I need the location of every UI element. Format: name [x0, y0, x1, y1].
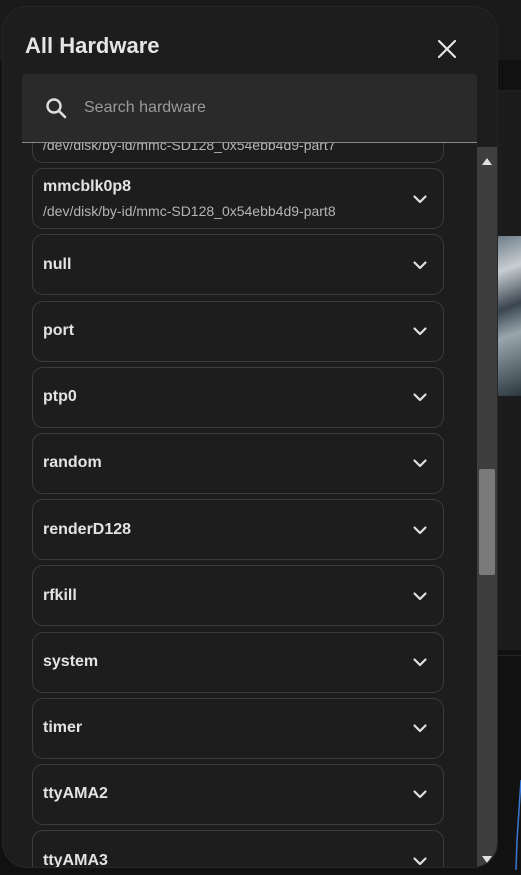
- hardware-item-name: timer: [43, 719, 83, 737]
- hardware-item[interactable]: ttyAMA3: [32, 830, 444, 867]
- hardware-item-name: rfkill: [43, 586, 77, 604]
- hardware-item-text: null: [43, 255, 443, 275]
- chevron-down-icon[interactable]: [411, 454, 429, 472]
- chevron-down-icon[interactable]: [411, 322, 429, 340]
- hardware-item[interactable]: timer: [32, 697, 444, 759]
- all-hardware-dialog: All Hardware mmcblk0p7/dev/disk/by-id/mm…: [3, 7, 497, 867]
- hardware-item-text: mmcblk0p7/dev/disk/by-id/mmc-SD128_0x54e…: [43, 143, 443, 154]
- dialog-title: All Hardware: [25, 33, 160, 58]
- hardware-item[interactable]: random: [32, 432, 444, 494]
- hardware-item-name: random: [43, 454, 102, 472]
- search-icon: [44, 95, 70, 121]
- chevron-down-icon[interactable]: [411, 256, 429, 274]
- chevron-down-icon[interactable]: [411, 653, 429, 671]
- hardware-item-text: renderD128: [43, 520, 443, 540]
- hardware-item-text: mmcblk0p8/dev/disk/by-id/mmc-SD128_0x54e…: [43, 177, 443, 220]
- hardware-item[interactable]: null: [32, 234, 444, 296]
- hardware-list: mmcblk0p7/dev/disk/by-id/mmc-SD128_0x54e…: [3, 143, 473, 867]
- chevron-down-icon[interactable]: [411, 852, 429, 867]
- hardware-item-path: /dev/disk/by-id/mmc-SD128_0x54ebb4d9-par…: [43, 143, 336, 153]
- scroll-down-button[interactable]: [477, 851, 497, 867]
- background-device-image: [494, 236, 521, 396]
- hardware-item[interactable]: port: [32, 300, 444, 362]
- hardware-item-name: ttyAMA3: [43, 851, 108, 867]
- hardware-item[interactable]: renderD128: [32, 499, 444, 561]
- scroll-up-button[interactable]: [477, 153, 497, 169]
- hardware-item-name: mmcblk0p8: [43, 178, 132, 196]
- hardware-item-name: ttyAMA2: [43, 785, 108, 803]
- chevron-down-icon[interactable]: [411, 521, 429, 539]
- hardware-item-text: port: [43, 321, 443, 341]
- list-scrollbar[interactable]: [477, 147, 497, 867]
- hardware-item[interactable]: ttyAMA2: [32, 763, 444, 825]
- hardware-item-text: ttyAMA3: [43, 851, 443, 867]
- hardware-item-name: ptp0: [43, 388, 77, 406]
- hardware-item[interactable]: mmcblk0p7/dev/disk/by-id/mmc-SD128_0x54e…: [32, 143, 444, 163]
- hardware-item[interactable]: system: [32, 631, 444, 693]
- hardware-item[interactable]: rfkill: [32, 565, 444, 627]
- background-divider: [498, 90, 521, 91]
- hardware-item-name: port: [43, 322, 75, 340]
- background-divider: [498, 655, 521, 656]
- scrollbar-thumb[interactable]: [479, 469, 495, 575]
- hardware-item[interactable]: ptp0: [32, 366, 444, 428]
- chevron-down-icon[interactable]: [411, 190, 429, 208]
- search-input[interactable]: [82, 98, 446, 118]
- close-button[interactable]: [431, 35, 463, 63]
- background-chart-line: [515, 780, 521, 870]
- hardware-item-name: null: [43, 255, 72, 273]
- hardware-item-text: ttyAMA2: [43, 784, 443, 804]
- chevron-down-icon[interactable]: [411, 719, 429, 737]
- hardware-item-text: ptp0: [43, 387, 443, 407]
- hardware-item-name: system: [43, 653, 99, 670]
- search-field[interactable]: [22, 74, 477, 143]
- arrow-down-icon: [482, 855, 492, 863]
- hardware-item[interactable]: mmcblk0p8/dev/disk/by-id/mmc-SD128_0x54e…: [32, 168, 444, 230]
- hardware-item-text: rfkill: [43, 586, 443, 606]
- hardware-item-text: timer: [43, 718, 443, 738]
- hardware-item-name: renderD128: [43, 520, 132, 538]
- close-icon: [437, 39, 457, 59]
- arrow-up-icon: [482, 157, 492, 165]
- chevron-down-icon[interactable]: [411, 785, 429, 803]
- chevron-down-icon[interactable]: [411, 587, 429, 605]
- hardware-item-path: /dev/disk/by-id/mmc-SD128_0x54ebb4d9-par…: [43, 203, 336, 220]
- hardware-item-text: random: [43, 453, 443, 473]
- chevron-down-icon[interactable]: [411, 388, 429, 406]
- hardware-item-text: system: [43, 652, 443, 672]
